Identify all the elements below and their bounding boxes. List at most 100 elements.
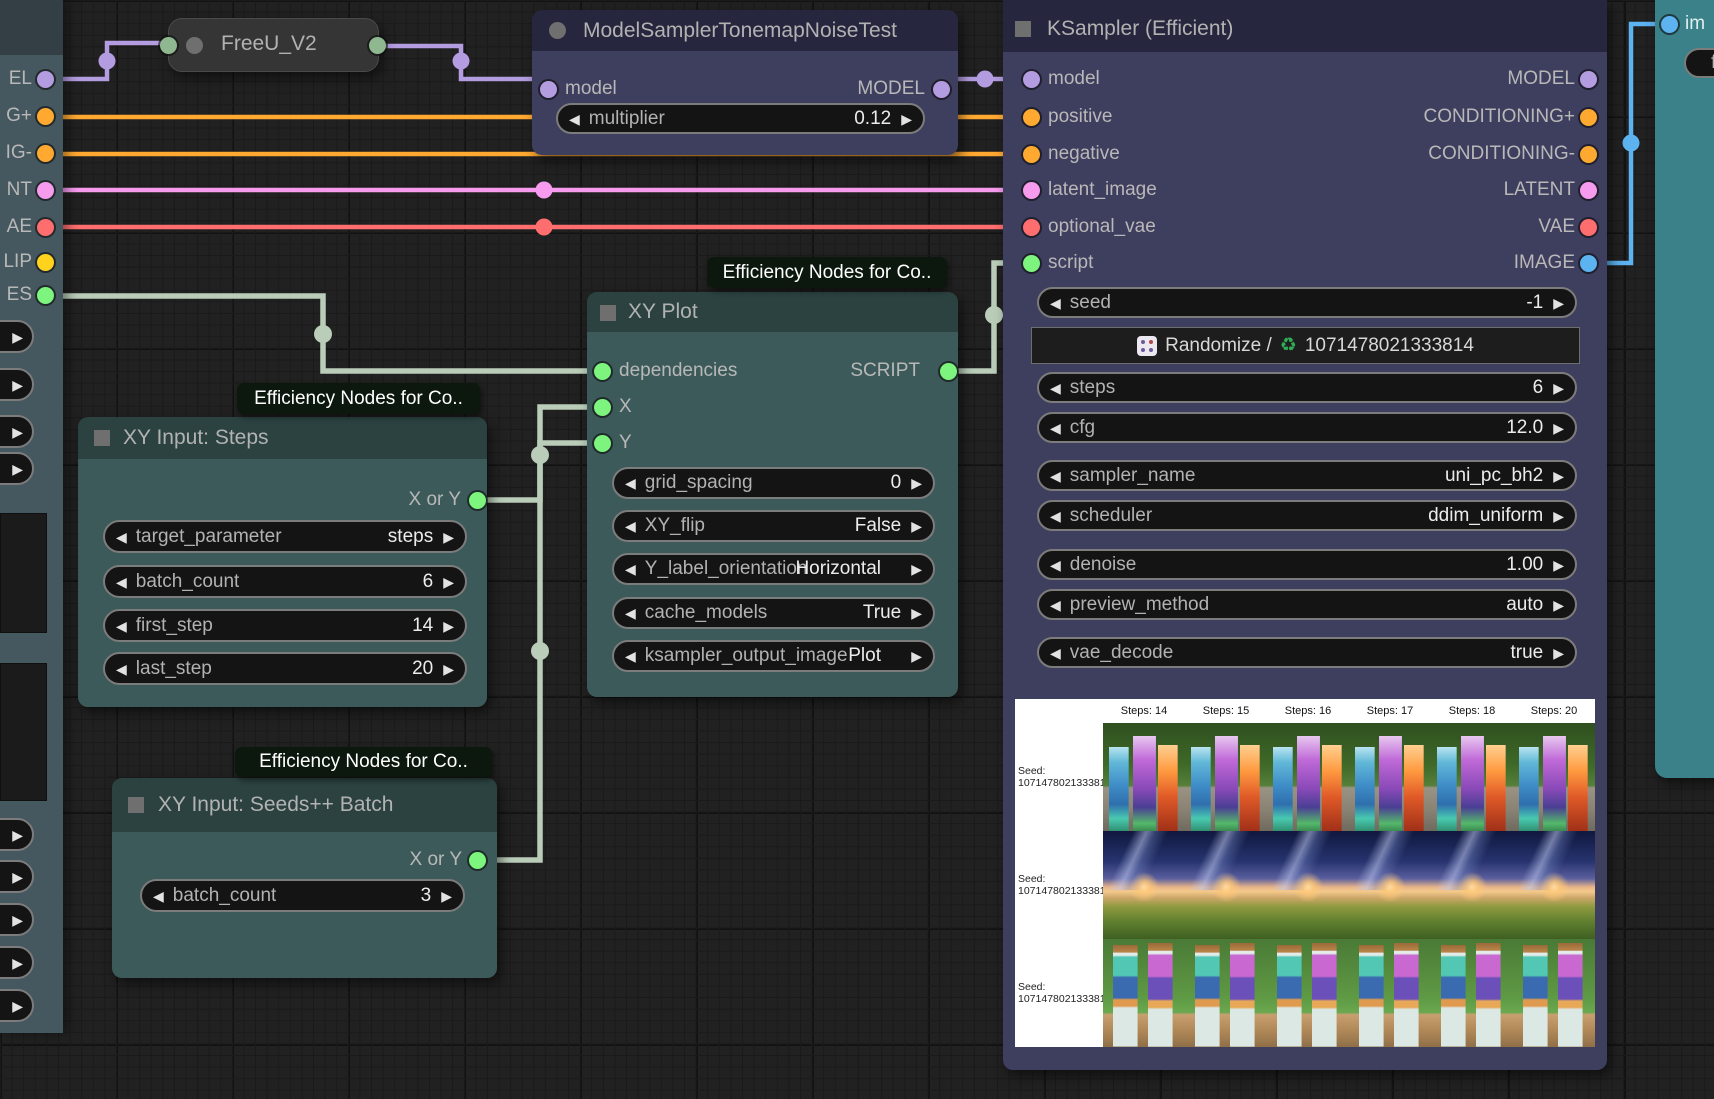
decrement-arrow-icon[interactable]: ◀ — [1050, 469, 1061, 483]
freeu-v2-node[interactable]: FreeU_V2 — [168, 18, 379, 72]
decrement-arrow-icon[interactable]: ◀ — [1050, 296, 1061, 310]
collapsed-input-dot[interactable] — [160, 37, 177, 54]
increment-arrow-icon[interactable]: ▶ — [1553, 646, 1564, 660]
widget-xy-flip[interactable]: ◀ XY_flip False ▶ — [612, 510, 935, 542]
widget-target-parameter[interactable]: ◀ target_parameter steps ▶ — [103, 520, 467, 553]
widget-stub[interactable]: ▶ — [0, 946, 34, 979]
xy-input-steps-node[interactable]: XY Input: Steps X or Y ◀ target_paramete… — [78, 417, 487, 707]
efficient-loader-node[interactable]: EL G+ IG- NT AE LIP ES ▶ ▶ ▶ ▶ ▶ ▶ ▶ ▶ ▶ — [0, 0, 63, 1033]
widget-batch-count[interactable]: ◀ batch_count 3 ▶ — [140, 879, 465, 912]
increment-arrow-icon[interactable]: ▶ — [911, 476, 922, 490]
widget-stub[interactable]: ▶ — [0, 320, 34, 353]
link-dot[interactable] — [99, 53, 116, 70]
output-slot-model-dot[interactable] — [1580, 71, 1597, 88]
randomize-seed-button[interactable]: Randomize / ♻ 1071478021333814 — [1031, 327, 1580, 364]
decrement-arrow-icon[interactable]: ◀ — [1050, 421, 1061, 435]
output-slot-image-dot[interactable] — [1580, 255, 1597, 272]
widget-multiplier[interactable]: ◀ multiplier 0.12 ▶ — [556, 103, 925, 134]
decrement-arrow-icon[interactable]: ◀ — [1050, 558, 1061, 572]
decrement-arrow-icon[interactable]: ◀ — [116, 619, 127, 633]
output-slot-conditioning-minus-dot[interactable] — [37, 145, 54, 162]
input-slot-script-dot[interactable] — [1023, 255, 1040, 272]
input-slot-x-dot[interactable] — [594, 399, 611, 416]
output-slot-x-or-y-dot[interactable] — [469, 492, 486, 509]
widget-scheduler[interactable]: ◀ scheduler ddim_uniform ▶ — [1037, 500, 1577, 531]
increment-arrow-icon[interactable]: ▶ — [443, 530, 454, 544]
widget-cache-models[interactable]: ◀ cache_models True ▶ — [612, 597, 935, 629]
increment-arrow-icon[interactable]: ▶ — [1553, 421, 1564, 435]
link-dot[interactable] — [536, 219, 553, 236]
link-dot[interactable] — [977, 71, 994, 88]
decrement-arrow-icon[interactable]: ◀ — [625, 476, 636, 490]
node-title-bar[interactable] — [0, 0, 63, 55]
decrement-arrow-icon[interactable]: ◀ — [116, 530, 127, 544]
decrement-arrow-icon[interactable]: ◀ — [569, 112, 580, 126]
widget-grid-spacing[interactable]: ◀ grid_spacing 0 ▶ — [612, 467, 935, 499]
output-slot-script-dot[interactable] — [940, 363, 957, 380]
widget-denoise[interactable]: ◀ denoise 1.00 ▶ — [1037, 549, 1577, 580]
widget-stub[interactable]: ▶ — [0, 415, 34, 448]
xy-input-seeds-batch-node[interactable]: XY Input: Seeds++ Batch X or Y ◀ batch_c… — [112, 778, 497, 978]
decrement-arrow-icon[interactable]: ◀ — [1050, 598, 1061, 612]
increment-arrow-icon[interactable]: ▶ — [12, 869, 23, 886]
output-slot-model-dot[interactable] — [37, 71, 54, 88]
ksampler-node[interactable]: KSampler (Efficient) model positive nega… — [1003, 0, 1607, 1070]
increment-arrow-icon[interactable]: ▶ — [441, 889, 452, 903]
input-slot-y-dot[interactable] — [594, 435, 611, 452]
increment-arrow-icon[interactable]: ▶ — [443, 662, 454, 676]
tonemap-node[interactable]: ModelSamplerTonemapNoiseTest model MODEL… — [532, 10, 958, 155]
widget-vae-decode[interactable]: ◀ vae_decode true ▶ — [1037, 637, 1577, 668]
widget-ksampler-output-image[interactable]: ◀ ksampler_output_image Plot ▶ — [612, 640, 935, 672]
increment-arrow-icon[interactable]: ▶ — [1553, 558, 1564, 572]
node-title-bar[interactable]: KSampler (Efficient) — [1003, 0, 1607, 52]
link-dot[interactable] — [1623, 135, 1640, 152]
widget-stub[interactable]: ▶ — [0, 818, 34, 851]
collapse-circle-icon[interactable] — [186, 37, 203, 54]
output-slot-conditioning-minus-dot[interactable] — [1580, 146, 1597, 163]
widget-stub[interactable]: ▶ — [0, 368, 34, 401]
widget-seed[interactable]: ◀ seed -1 ▶ — [1037, 287, 1577, 318]
link-dot[interactable] — [536, 182, 553, 199]
increment-arrow-icon[interactable]: ▶ — [12, 998, 23, 1015]
increment-arrow-icon[interactable]: ▶ — [911, 606, 922, 620]
input-slot-model-dot[interactable] — [1023, 71, 1040, 88]
widget-stub[interactable]: ▶ — [0, 452, 34, 485]
output-slot-model-dot[interactable] — [933, 81, 950, 98]
output-slot-vae-dot[interactable] — [1580, 219, 1597, 236]
collapse-square-icon[interactable] — [1015, 21, 1031, 37]
widget-y-label-orientation[interactable]: ◀ Y_label_orientation Horizontal ▶ — [612, 553, 935, 585]
node-title-bar[interactable]: XY Input: Steps — [78, 417, 487, 459]
xy-plot-node[interactable]: XY Plot dependencies SCRIPT X Y ◀ grid_s… — [587, 292, 958, 697]
widget-cfg[interactable]: ◀ cfg 12.0 ▶ — [1037, 412, 1577, 443]
increment-arrow-icon[interactable]: ▶ — [911, 562, 922, 576]
widget-stub[interactable]: ▶ — [0, 989, 34, 1022]
decrement-arrow-icon[interactable]: ◀ — [625, 606, 636, 620]
widget-sampler-name[interactable]: ◀ sampler_name uni_pc_bh2 ▶ — [1037, 460, 1577, 491]
input-slot-negative-dot[interactable] — [1023, 146, 1040, 163]
node-title-bar[interactable]: ModelSamplerTonemapNoiseTest — [532, 10, 958, 51]
increment-arrow-icon[interactable]: ▶ — [911, 649, 922, 663]
decrement-arrow-icon[interactable]: ◀ — [625, 562, 636, 576]
input-slot-positive-dot[interactable] — [1023, 109, 1040, 126]
decrement-arrow-icon[interactable]: ◀ — [1050, 509, 1061, 523]
increment-arrow-icon[interactable]: ▶ — [911, 519, 922, 533]
input-slot-images-dot[interactable] — [1661, 16, 1678, 33]
decrement-arrow-icon[interactable]: ◀ — [116, 575, 127, 589]
increment-arrow-icon[interactable]: ▶ — [1553, 509, 1564, 523]
decrement-arrow-icon[interactable]: ◀ — [153, 889, 164, 903]
node-title-bar[interactable]: XY Input: Seeds++ Batch — [112, 778, 497, 832]
output-slot-dependencies-dot[interactable] — [37, 287, 54, 304]
link-dot[interactable] — [453, 53, 470, 70]
increment-arrow-icon[interactable]: ▶ — [1553, 469, 1564, 483]
increment-arrow-icon[interactable]: ▶ — [443, 575, 454, 589]
prompt-text-area[interactable] — [0, 663, 47, 801]
link-dot[interactable] — [314, 325, 332, 343]
node-title-bar[interactable]: XY Plot — [587, 292, 958, 332]
decrement-arrow-icon[interactable]: ◀ — [1050, 646, 1061, 660]
increment-arrow-icon[interactable]: ▶ — [12, 912, 23, 929]
decrement-arrow-icon[interactable]: ◀ — [1050, 381, 1061, 395]
increment-arrow-icon[interactable]: ▶ — [1553, 598, 1564, 612]
widget-stub[interactable]: ▶ — [0, 903, 34, 936]
input-slot-dependencies-dot[interactable] — [594, 363, 611, 380]
decrement-arrow-icon[interactable]: ◀ — [625, 519, 636, 533]
